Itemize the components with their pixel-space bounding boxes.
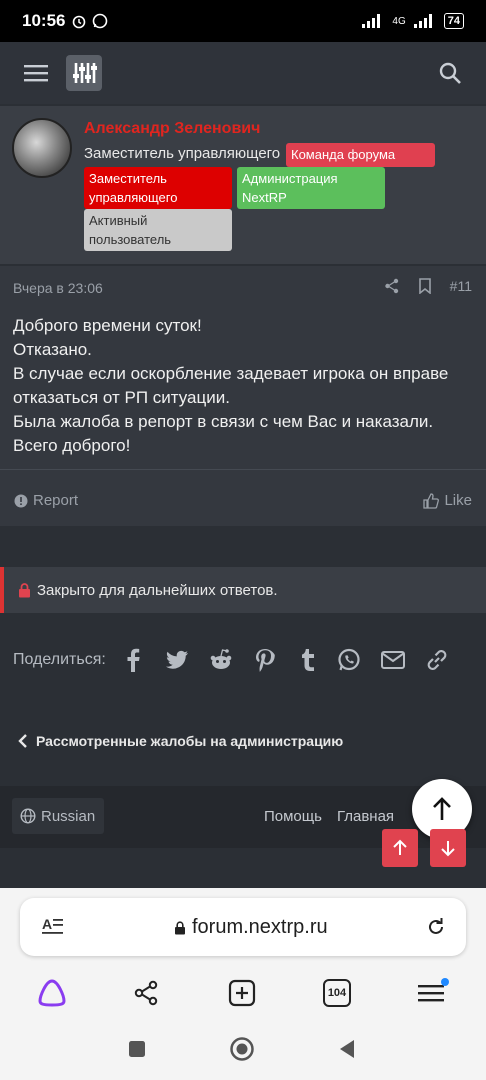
status-time: 10:56: [22, 11, 66, 30]
home-button[interactable]: [227, 1032, 257, 1066]
lock-url-icon: [175, 920, 185, 934]
share-icon: [134, 980, 158, 1006]
whatsapp-status-icon: [93, 13, 108, 29]
share-post-icon[interactable]: [384, 278, 400, 294]
post-actions: Report Like: [0, 469, 486, 526]
sliders-logo-icon: [73, 63, 97, 83]
footer-home-link[interactable]: Главная: [337, 808, 394, 825]
post-line: Всего доброго!: [13, 436, 131, 455]
tumblr-icon[interactable]: [296, 647, 318, 673]
forum-logo[interactable]: [66, 55, 102, 91]
square-icon: [129, 1041, 145, 1057]
system-navigation: [0, 1032, 486, 1068]
post-line: Доброго времени суток!: [13, 316, 202, 335]
report-icon: [14, 494, 28, 507]
alice-icon: [38, 979, 66, 1007]
browser-menu-button[interactable]: [412, 975, 452, 1011]
tabs-count-box: 104: [323, 979, 351, 1007]
plus-square-icon: [228, 979, 256, 1007]
link-icon[interactable]: [424, 647, 450, 673]
twitter-icon[interactable]: [164, 647, 190, 673]
lock-icon: [19, 582, 30, 597]
browser-chrome: A forum.nextrp.ru 104: [0, 888, 486, 1080]
badge-team: Команда форума: [286, 143, 435, 167]
back-button[interactable]: [332, 1032, 362, 1066]
arrow-up-small-icon: [393, 839, 407, 855]
triangle-back-icon: [340, 1040, 354, 1058]
search-icon[interactable]: [438, 61, 462, 85]
menu-icon[interactable]: [24, 63, 48, 83]
reader-mode-icon[interactable]: A: [42, 916, 64, 936]
post-body: Доброго времени суток! Отказано. В случа…: [13, 314, 478, 458]
forum-header: [0, 42, 486, 104]
browser-toolbar: 104: [0, 975, 486, 1011]
circle-icon: [230, 1037, 254, 1061]
scroll-down-button[interactable]: [430, 829, 466, 867]
facebook-icon[interactable]: [120, 647, 146, 673]
recents-button[interactable]: [122, 1032, 152, 1066]
badge-deputy: Заместитель управляющего: [84, 167, 232, 209]
post-date[interactable]: Вчера в 23:06: [13, 280, 103, 296]
alice-button[interactable]: [32, 975, 72, 1011]
bookmark-icon[interactable]: [418, 278, 432, 294]
share-label: Поделиться:: [13, 651, 106, 668]
scroll-up-button[interactable]: [382, 829, 418, 867]
author-name[interactable]: Александр Зеленович: [84, 120, 260, 138]
post-message: Вчера в 23:06 #11 Доброго времени суток!…: [0, 266, 486, 526]
like-label: Like: [444, 492, 472, 509]
thumbs-up-icon: [423, 492, 440, 509]
battery-indicator: 74: [443, 13, 464, 29]
network-label: 4G: [392, 15, 406, 27]
alarm-icon: [73, 15, 86, 29]
whatsapp-icon[interactable]: [336, 647, 362, 673]
post-line: В случае если оскорбление задевает игрок…: [13, 364, 449, 407]
arrow-down-small-icon: [441, 841, 455, 857]
email-icon[interactable]: [380, 647, 406, 673]
language-chooser[interactable]: Russian: [12, 798, 104, 834]
chevron-left-icon: [18, 734, 27, 748]
avatar[interactable]: [12, 118, 72, 178]
menu-dot-icon: [418, 978, 449, 1002]
pinterest-icon[interactable]: [252, 647, 278, 673]
report-button[interactable]: Report: [14, 492, 78, 509]
new-tab-button[interactable]: [222, 975, 262, 1011]
breadcrumb[interactable]: Рассмотренные жалобы на администрацию: [18, 733, 343, 749]
share-bar: Поделиться:: [13, 642, 478, 678]
badge-admin: Администрация NextRP: [237, 167, 385, 209]
signal-icon: [362, 14, 381, 28]
reload-icon[interactable]: [426, 917, 446, 937]
like-button[interactable]: Like: [423, 492, 472, 509]
badge-active: Активный пользователь: [84, 209, 232, 251]
footer-help-link[interactable]: Помощь: [264, 808, 322, 825]
share-page-button[interactable]: [126, 975, 166, 1011]
post-number[interactable]: #11: [450, 278, 472, 294]
globe-icon: [20, 808, 36, 824]
closed-text: Закрыто для дальнейших ответов.: [37, 581, 278, 599]
post-line: Была жалоба в репорт в связи с чем Вас и…: [13, 412, 434, 431]
svg-text:A: A: [42, 916, 52, 932]
reddit-icon[interactable]: [208, 647, 234, 673]
tabs-count: 104: [327, 987, 347, 999]
report-label: Report: [33, 492, 79, 509]
address-bar[interactable]: A forum.nextrp.ru: [20, 898, 466, 956]
url-text[interactable]: forum.nextrp.ru: [192, 916, 328, 939]
post-line: Отказано.: [13, 340, 92, 359]
language-label: Russian: [41, 807, 96, 825]
tabs-button[interactable]: 104: [317, 975, 357, 1011]
arrow-up-icon: [433, 797, 451, 820]
thread-closed-notice: Закрыто для дальнейших ответов.: [0, 567, 486, 613]
signal-icon-2: [413, 14, 432, 28]
breadcrumb-link[interactable]: Рассмотренные жалобы на администрацию: [36, 733, 343, 749]
status-bar: 10:56 4G 74: [0, 0, 486, 42]
author-title: Заместитель управляющего: [84, 145, 281, 162]
